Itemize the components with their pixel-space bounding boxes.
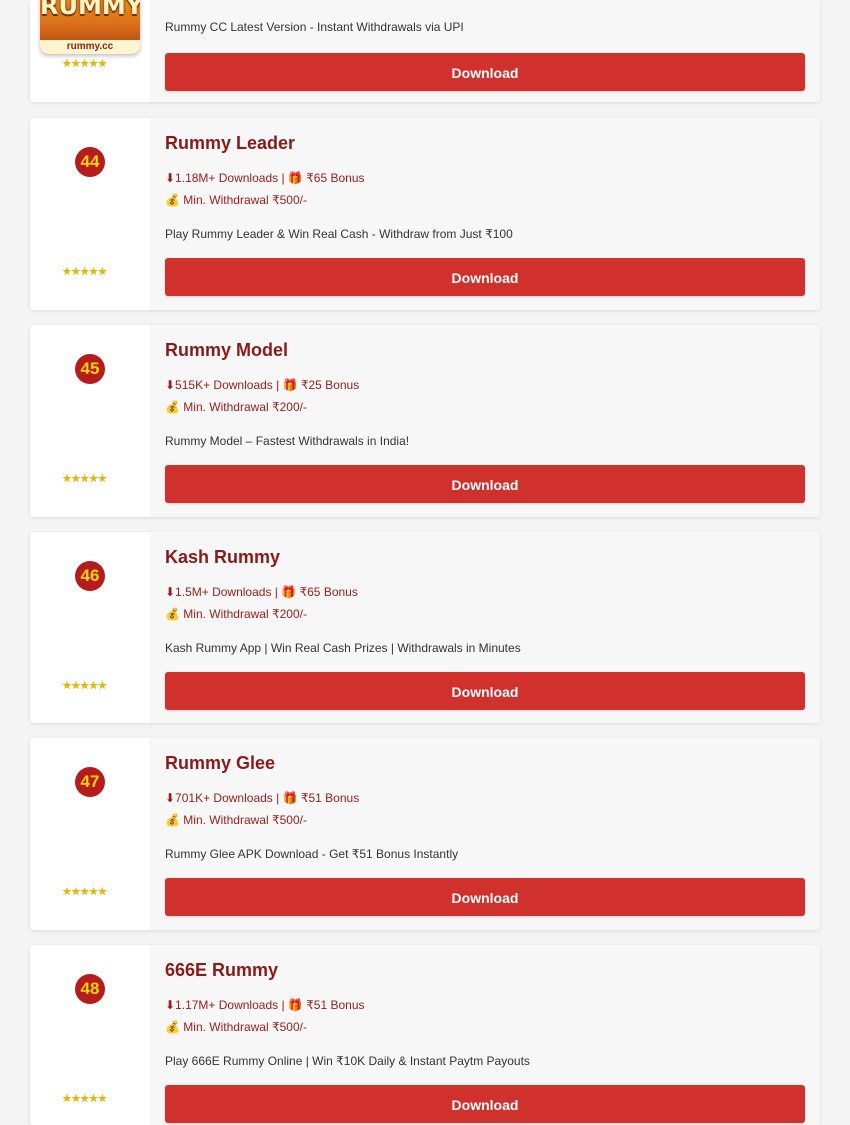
logo-wordmark: RUMMY [40, 0, 140, 20]
download-button[interactable]: Download [165, 878, 805, 916]
app-logo[interactable]: RUMMY rummy.cc [40, 0, 140, 54]
app-tagline: Play 666E Rummy Online | Win ₹10K Daily … [165, 1054, 530, 1068]
logo-url-text: rummy.cc [40, 40, 140, 54]
app-tagline: Kash Rummy App | Win Real Cash Prizes | … [165, 641, 521, 655]
rank-badge: 47 [75, 767, 105, 797]
rating-stars-icon: ★★★★★ [62, 680, 107, 692]
app-name[interactable]: Rummy Model [165, 340, 288, 361]
downloads-bonus-line: ⬇515K+ Downloads | 🎁 ₹25 Bonus [165, 378, 360, 392]
min-withdrawal-line: 💰 Min. Withdrawal ₹500/- [165, 813, 307, 827]
app-card-left: 47 ★★★★★ [30, 738, 151, 930]
downloads-bonus-line: ⬇701K+ Downloads | 🎁 ₹51 Bonus [165, 791, 360, 805]
app-card: 46 ★★★★★ Kash Rummy ⬇1.5M+ Downloads | 🎁… [30, 532, 820, 723]
app-tagline: Rummy CC Latest Version - Instant Withdr… [165, 20, 464, 34]
app-card-body: 666E Rummy ⬇1.17M+ Downloads | 🎁 ₹51 Bon… [150, 945, 820, 1125]
download-button[interactable]: Download [165, 258, 805, 296]
download-button[interactable]: Download [165, 53, 805, 91]
app-name[interactable]: Kash Rummy [165, 547, 280, 568]
min-withdrawal-line: 💰 Min. Withdrawal ₹500/- [165, 193, 307, 207]
downloads-bonus-line: ⬇1.5M+ Downloads | 🎁 ₹65 Bonus [165, 585, 358, 599]
app-card-left: 45 ★★★★★ [30, 325, 151, 517]
downloads-bonus-line: ⬇1.18M+ Downloads | 🎁 ₹65 Bonus [165, 171, 365, 185]
rating-stars-icon: ★★★★★ [62, 886, 107, 898]
app-card: RUMMY rummy.cc ★★★★★ Rummy CC Latest Ver… [30, 0, 820, 102]
min-withdrawal-line: 💰 Min. Withdrawal ₹200/- [165, 400, 307, 414]
download-button[interactable]: Download [165, 465, 805, 503]
app-card-left: 48 ★★★★★ [30, 945, 151, 1125]
app-card-left: 46 ★★★★★ [30, 532, 151, 723]
app-card-left: 44 ★★★★★ [30, 118, 151, 310]
downloads-bonus-line: ⬇1.17M+ Downloads | 🎁 ₹51 Bonus [165, 998, 365, 1012]
app-card-body: Kash Rummy ⬇1.5M+ Downloads | 🎁 ₹65 Bonu… [150, 532, 820, 723]
rank-badge: 46 [75, 561, 105, 591]
app-card-body: Rummy CC Latest Version - Instant Withdr… [150, 0, 820, 102]
app-card: 45 ★★★★★ Rummy Model ⬇515K+ Downloads | … [30, 325, 820, 517]
rating-stars-icon: ★★★★★ [62, 1093, 107, 1105]
rank-badge: 44 [75, 147, 105, 177]
min-withdrawal-line: 💰 Min. Withdrawal ₹200/- [165, 607, 307, 621]
app-tagline: Rummy Model – Fastest Withdrawals in Ind… [165, 434, 410, 448]
rating-stars-icon: ★★★★★ [62, 266, 107, 278]
app-card: 48 ★★★★★ 666E Rummy ⬇1.17M+ Downloads | … [30, 945, 820, 1125]
app-card-left: RUMMY rummy.cc ★★★★★ [30, 0, 151, 102]
app-name[interactable]: 666E Rummy [165, 960, 278, 981]
rating-stars-icon: ★★★★★ [62, 473, 107, 485]
app-card: 47 ★★★★★ Rummy Glee ⬇701K+ Downloads | 🎁… [30, 738, 820, 930]
app-card: 44 ★★★★★ Rummy Leader ⬇1.18M+ Downloads … [30, 118, 820, 310]
app-card-body: Rummy Model ⬇515K+ Downloads | 🎁 ₹25 Bon… [150, 325, 820, 517]
min-withdrawal-line: 💰 Min. Withdrawal ₹500/- [165, 1020, 307, 1034]
app-tagline: Rummy Glee APK Download - Get ₹51 Bonus … [165, 847, 459, 861]
app-name[interactable]: Rummy Leader [165, 133, 295, 154]
download-button[interactable]: Download [165, 1085, 805, 1123]
app-card-body: Rummy Glee ⬇701K+ Downloads | 🎁 ₹51 Bonu… [150, 738, 820, 930]
app-card-body: Rummy Leader ⬇1.18M+ Downloads | 🎁 ₹65 B… [150, 118, 820, 310]
download-button[interactable]: Download [165, 672, 805, 710]
rank-badge: 48 [75, 974, 105, 1004]
rating-stars-icon: ★★★★★ [62, 58, 107, 70]
app-name[interactable]: Rummy Glee [165, 753, 275, 774]
rank-badge: 45 [75, 354, 105, 384]
app-tagline: Play Rummy Leader & Win Real Cash - With… [165, 227, 513, 241]
